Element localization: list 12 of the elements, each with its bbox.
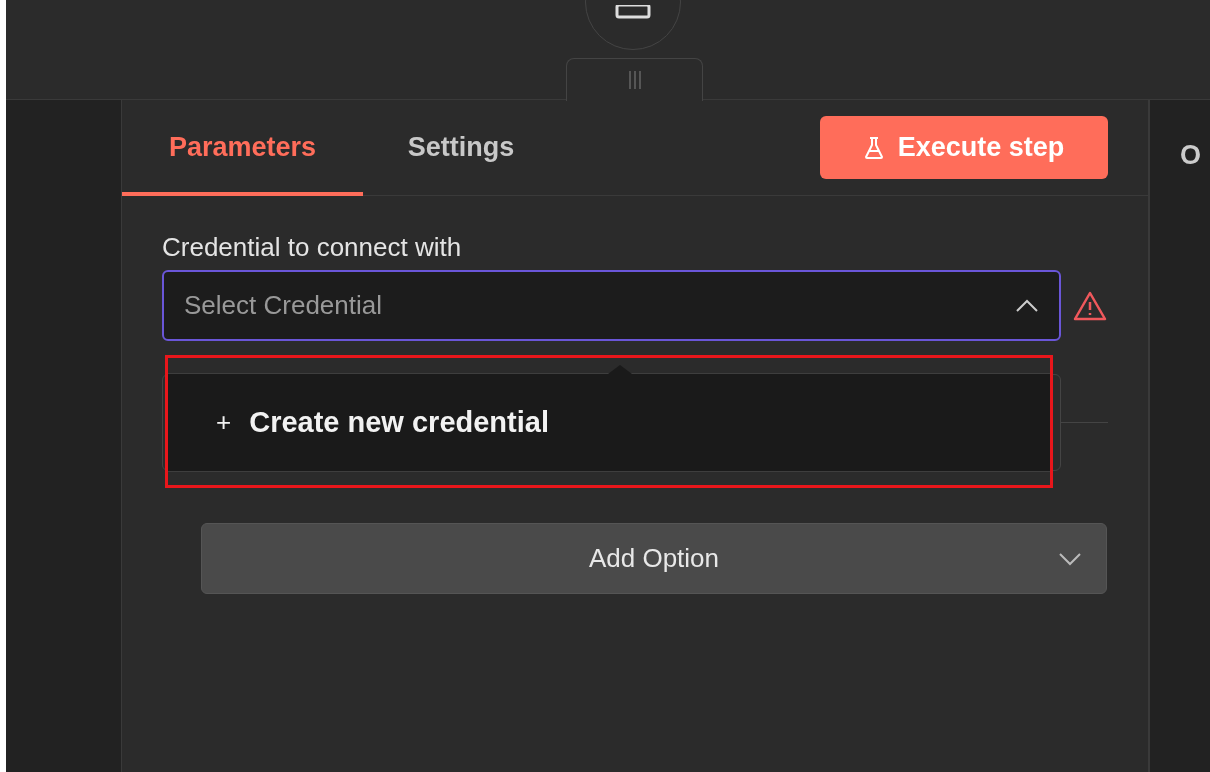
tab[interactable]: Parameters	[122, 99, 363, 196]
panel-heading: O	[1180, 140, 1201, 170]
flask-icon	[863, 135, 884, 160]
dropdown-item[interactable]: + Create new credential	[168, 392, 549, 453]
tab[interactable]: Settings	[363, 99, 559, 196]
credential-select[interactable]: Select Credential	[162, 270, 1061, 341]
grip-icon	[627, 71, 642, 89]
chevron-icon	[1058, 551, 1082, 566]
add-option-button[interactable]: Add Option	[201, 523, 1107, 594]
chevron-icon	[1015, 299, 1039, 313]
drag-handle[interactable]	[566, 58, 703, 101]
field-label: Credential to connect with	[162, 232, 463, 264]
